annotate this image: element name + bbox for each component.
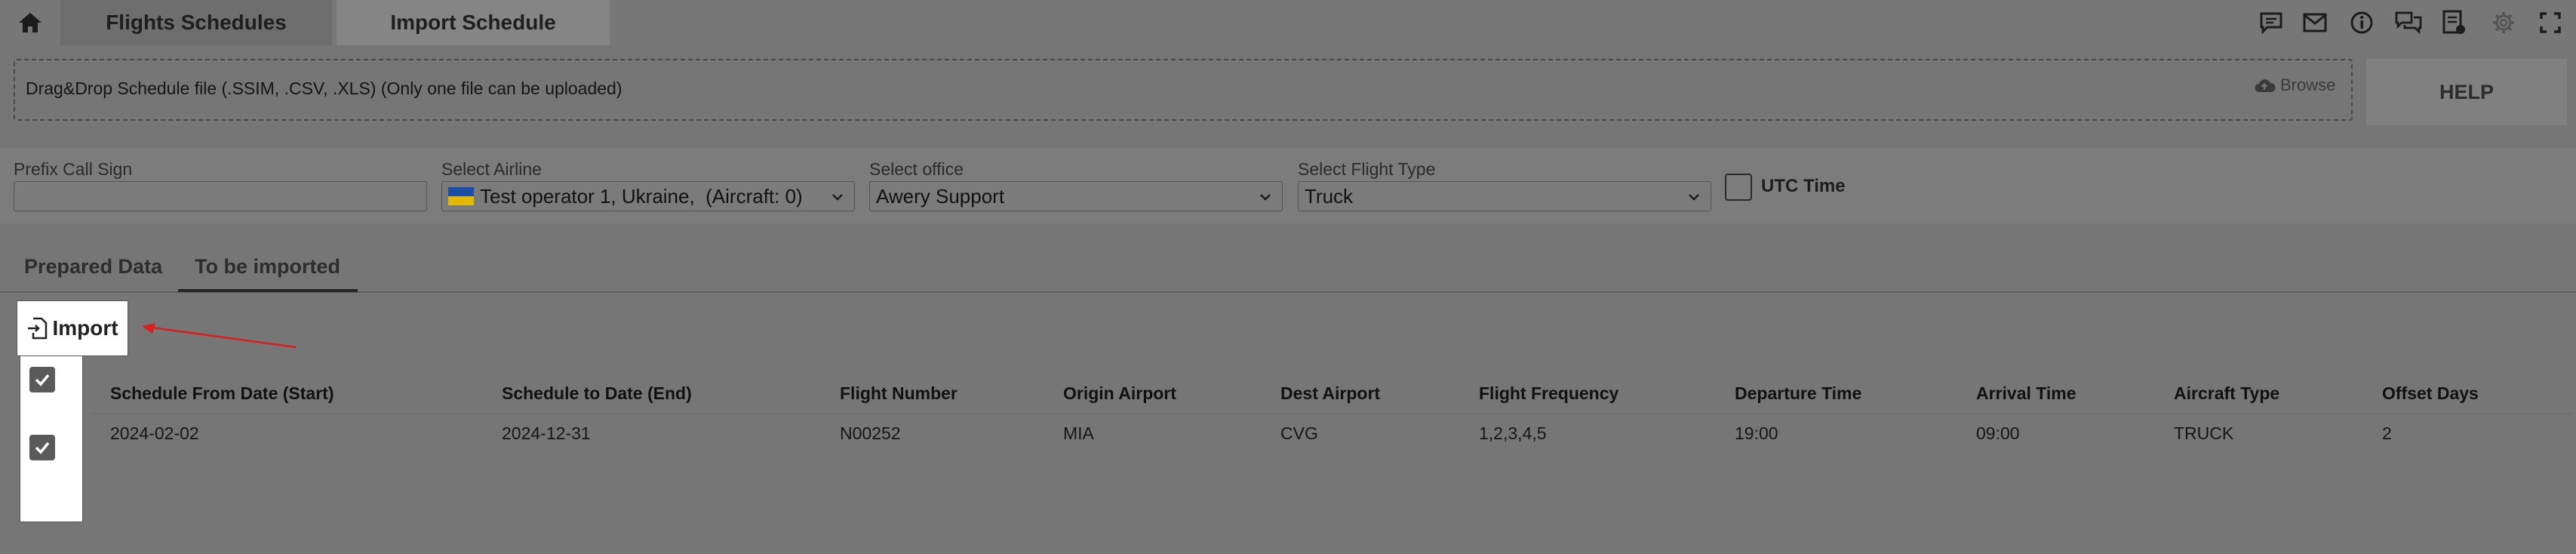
column-header-arrival-time[interactable]: Arrival Time — [1976, 383, 2076, 404]
prefix-call-sign-input[interactable] — [14, 181, 427, 211]
chat-icon[interactable] — [2255, 6, 2288, 39]
import-button-label: Import — [52, 316, 118, 340]
column-header-flight-number[interactable]: Flight Number — [840, 383, 958, 404]
tab-import-schedule[interactable]: Import Schedule — [337, 0, 610, 45]
active-tab-indicator — [178, 289, 358, 292]
select-office-value: Awery Support — [876, 184, 1005, 208]
select-flight-type-dropdown[interactable]: Truck — [1298, 181, 1711, 211]
select-airline-value: Test operator 1, Ukraine, (Aircraft: 0) — [480, 184, 803, 208]
file-import-icon — [28, 317, 48, 340]
row-checkbox[interactable] — [29, 435, 55, 460]
checkmark-icon — [35, 442, 50, 454]
browse-label: Browse — [2280, 75, 2336, 94]
cell-aircraft-type: TRUCK — [2174, 423, 2234, 443]
chevron-down-icon — [1689, 194, 1699, 201]
select-flight-type-value: Truck — [1305, 184, 1354, 208]
tab-flights-schedules-label: Flights Schedules — [106, 11, 287, 34]
column-header-departure-time[interactable]: Departure Time — [1735, 383, 1861, 404]
tab-to-be-imported[interactable]: To be imported — [195, 255, 340, 279]
cell-departure-time: 19:00 — [1735, 423, 1778, 443]
cell-schedule-to: 2024-12-31 — [502, 423, 591, 443]
fullscreen-icon[interactable] — [2534, 6, 2567, 39]
select-flight-type-label: Select Flight Type — [1298, 159, 1436, 179]
import-button[interactable]: Import — [17, 300, 128, 356]
tab-prepared-data[interactable]: Prepared Data — [24, 255, 162, 279]
home-icon — [19, 13, 41, 32]
column-header-schedule-from[interactable]: Schedule From Date (Start) — [110, 383, 334, 404]
cell-flight-number: N00252 — [840, 423, 901, 443]
column-header-schedule-to[interactable]: Schedule to Date (End) — [502, 383, 692, 404]
tabs-divider — [0, 291, 2576, 293]
cloud-upload-icon — [2255, 79, 2276, 92]
checkmark-icon — [35, 374, 50, 386]
select-airline-dropdown[interactable]: Test operator 1, Ukraine, (Aircraft: 0) — [441, 181, 855, 211]
conversations-icon[interactable] — [2392, 6, 2425, 39]
tab-flights-schedules[interactable]: Flights Schedules — [60, 0, 332, 45]
dropzone-text: Drag&Drop Schedule file (.SSIM, .CSV, .X… — [26, 78, 622, 98]
select-office-dropdown[interactable]: Awery Support — [869, 181, 1283, 211]
report-icon[interactable] — [2437, 6, 2470, 39]
home-button[interactable] — [14, 8, 47, 38]
info-icon[interactable] — [2345, 6, 2378, 39]
prefix-call-sign-label: Prefix Call Sign — [14, 159, 133, 179]
mail-icon[interactable] — [2298, 6, 2332, 39]
help-button[interactable]: HELP — [2366, 59, 2567, 125]
browse-button[interactable]: Browse — [2253, 75, 2335, 95]
column-header-origin-airport[interactable]: Origin Airport — [1063, 383, 1176, 404]
select-airline-label: Select Airline — [441, 159, 542, 179]
utc-time-label: UTC Time — [1761, 176, 1846, 196]
cell-arrival-time: 09:00 — [1976, 423, 2020, 443]
cell-origin-airport: MIA — [1063, 423, 1094, 443]
column-header-aircraft-type[interactable]: Aircraft Type — [2174, 383, 2279, 404]
cell-schedule-from: 2024-02-02 — [110, 423, 199, 443]
column-header-dest-airport[interactable]: Dest Airport — [1280, 383, 1380, 404]
help-label: HELP — [2439, 80, 2494, 103]
ukraine-flag-icon — [448, 187, 474, 205]
cell-dest-airport: CVG — [1280, 423, 1318, 443]
chevron-down-icon — [1260, 194, 1271, 201]
cell-offset-days: 2 — [2382, 423, 2392, 443]
gear-icon[interactable] — [2487, 6, 2520, 39]
chevron-down-icon — [832, 194, 843, 201]
select-all-checkbox[interactable] — [29, 367, 55, 392]
column-header-flight-frequency[interactable]: Flight Frequency — [1479, 383, 1618, 404]
utc-time-checkbox[interactable] — [1725, 174, 1752, 201]
select-office-label: Select office — [869, 159, 964, 179]
column-header-offset-days[interactable]: Offset Days — [2382, 383, 2479, 404]
tab-import-schedule-label: Import Schedule — [390, 11, 556, 34]
cell-flight-frequency: 1,2,3,4,5 — [1479, 423, 1547, 443]
annotation-arrow — [142, 323, 297, 349]
